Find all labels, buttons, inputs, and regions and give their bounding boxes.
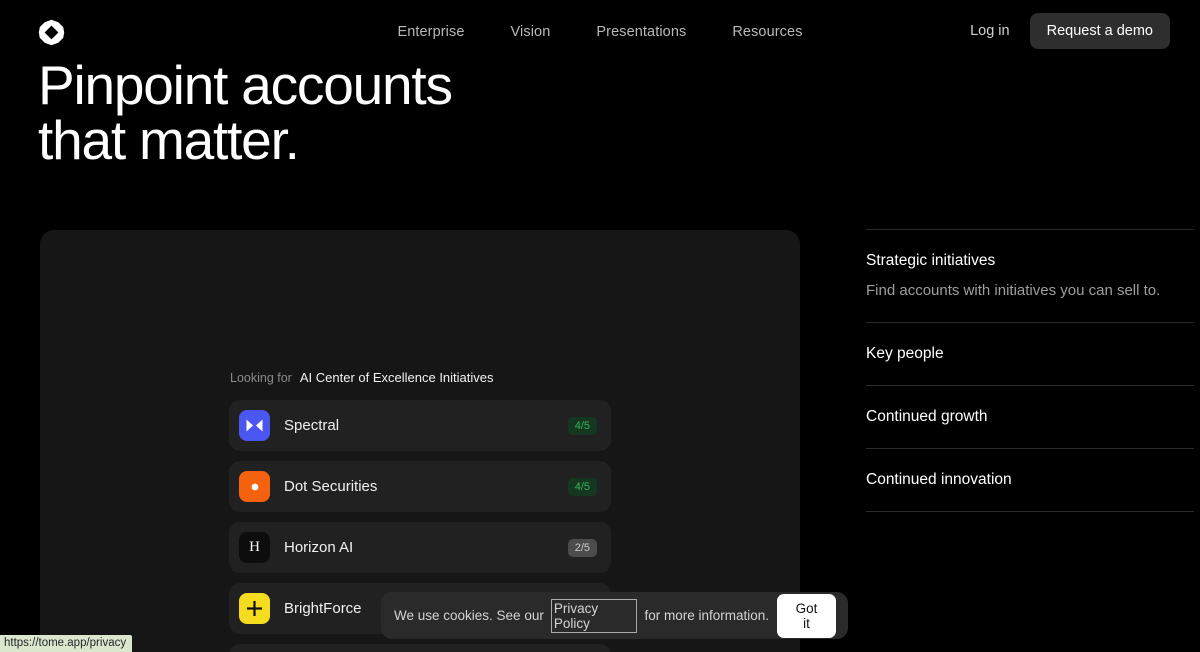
account-row-horizon-ai[interactable]: H Horizon AI 2/5: [229, 522, 611, 573]
cookie-consent-banner: We use cookies. See our Privacy Policy f…: [381, 592, 848, 639]
nav-link-resources[interactable]: Resources: [732, 24, 802, 40]
cookie-text-before: We use cookies. See our: [394, 608, 544, 623]
status-badge: 4/5: [567, 416, 597, 435]
account-row-dot-securities[interactable]: Dot Securities 4/5: [229, 461, 611, 512]
accordion-title[interactable]: Strategic initiatives: [866, 252, 1194, 270]
account-row-spectral[interactable]: Spectral 4/5: [229, 400, 611, 451]
looking-for-row: Looking for AI Center of Excellence Init…: [230, 370, 494, 385]
spectral-logo-icon: [239, 410, 270, 441]
accordion-item-strategic-initiatives[interactable]: Strategic initiatives Find accounts with…: [866, 229, 1194, 322]
hero-line-2: that matter.: [38, 109, 300, 171]
accordion-item-continued-growth[interactable]: Continued growth: [866, 385, 1194, 448]
cookie-text-after: for more information.: [644, 608, 770, 623]
looking-for-value: AI Center of Excellence Initiatives: [299, 370, 494, 385]
page-title: Pinpoint accounts that matter.: [38, 58, 453, 171]
request-demo-button[interactable]: Request a demo: [1029, 13, 1170, 49]
looking-for-label: Looking for: [230, 371, 292, 385]
horizon-ai-logo-icon: H: [239, 532, 270, 563]
cookie-accept-button[interactable]: Got it: [777, 593, 836, 638]
status-badge: 2/5: [567, 538, 597, 557]
feature-accordion: Strategic initiatives Find accounts with…: [866, 229, 1194, 512]
account-name: Horizon AI: [284, 539, 354, 556]
accordion-title[interactable]: Continued innovation: [866, 471, 1194, 489]
account-name: Dot Securities: [284, 478, 378, 495]
link-status-bar: https://tome.app/privacy: [0, 635, 133, 652]
account-name: Spectral: [284, 417, 340, 434]
dot-securities-logo-icon: [239, 471, 270, 502]
accordion-item-key-people[interactable]: Key people: [866, 322, 1194, 385]
account-row-partial[interactable]: [229, 644, 611, 652]
accordion-title[interactable]: Continued growth: [866, 408, 1194, 426]
hero-section: Pinpoint accounts that matter.: [38, 58, 453, 171]
nav-link-enterprise[interactable]: Enterprise: [397, 24, 464, 40]
product-preview-card: Looking for AI Center of Excellence Init…: [40, 230, 800, 652]
privacy-policy-link[interactable]: Privacy Policy: [550, 598, 638, 633]
accordion-description: Find accounts with initiatives you can s…: [866, 282, 1161, 299]
nav-actions: Log in Request a demo: [970, 13, 1170, 49]
brightforce-logo-icon: [239, 593, 270, 624]
nav-link-vision[interactable]: Vision: [511, 24, 551, 40]
hero-line-1: Pinpoint accounts: [38, 54, 453, 116]
accordion-title[interactable]: Key people: [866, 345, 1194, 363]
accordion-item-continued-innovation[interactable]: Continued innovation: [866, 448, 1194, 512]
status-badge: 4/5: [567, 477, 597, 496]
login-link[interactable]: Log in: [970, 23, 1010, 39]
nav-link-presentations[interactable]: Presentations: [596, 24, 686, 40]
